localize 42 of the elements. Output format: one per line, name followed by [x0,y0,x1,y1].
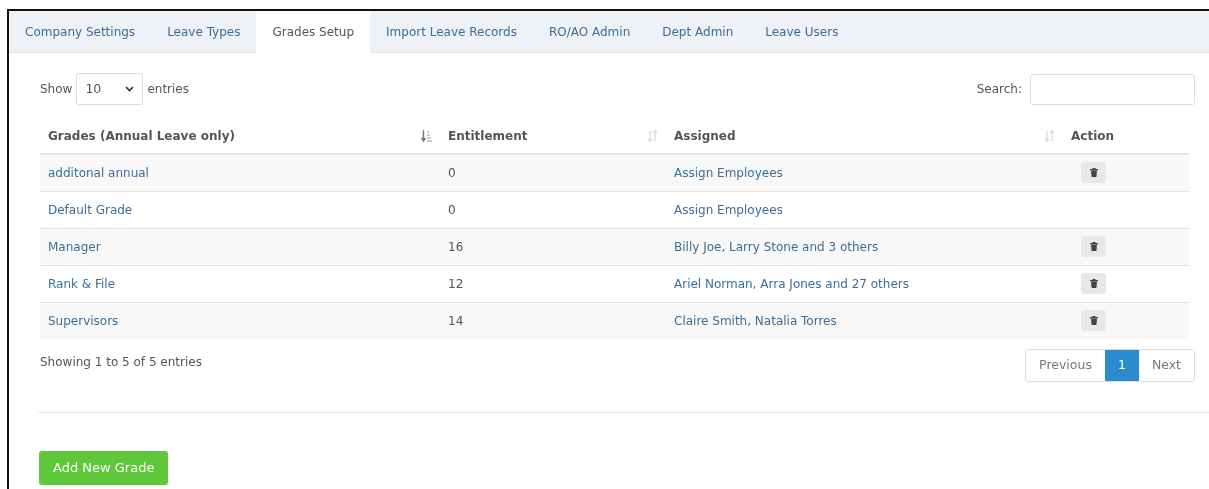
grade-link[interactable]: additonal annual [48,165,149,180]
tab[interactable]: Leave Users [749,11,855,53]
show-label: Show [40,81,73,98]
grade-link[interactable]: Default Grade [48,202,133,217]
column-header: Grades (Annual Leave only) [48,128,235,145]
table-info: Showing 1 to 5 of 5 entries [40,354,202,371]
table-cell: 16 [448,239,464,254]
grade-link[interactable]: Supervisors [48,313,119,328]
tab[interactable]: Import Leave Records [370,11,533,53]
tab[interactable]: RO/AO Admin [532,11,647,53]
delete-button[interactable] [1081,162,1106,184]
grade-link[interactable]: Manager [48,239,101,254]
search-label: Search: [976,81,1022,98]
assigned-link[interactable]: Assign Employees [674,202,783,217]
table-cell: 14 [448,313,464,328]
grade-link[interactable]: Rank & File [48,276,116,291]
trash-icon [1089,168,1098,178]
delete-button[interactable] [1081,310,1106,332]
column-header: Action [1071,128,1115,145]
trash-icon [1089,316,1098,326]
assigned-link[interactable]: Ariel Norman, Arra Jones and 27 others [674,276,909,291]
table-cell: 0 [448,165,456,180]
column-header: Assigned [674,128,736,145]
trash-icon [1089,242,1098,251]
tab[interactable]: Leave Types [151,11,257,53]
trash-icon [1089,279,1098,288]
delete-button[interactable] [1081,273,1106,294]
sort-ascending-icon[interactable] [421,130,432,142]
page-length-select[interactable]: 10 [76,73,144,105]
tab[interactable]: Grades Setup [256,11,371,53]
page-button[interactable]: 1 [1104,350,1139,381]
search-field[interactable] [1030,73,1195,105]
assigned-link[interactable]: Assign Employees [674,165,783,180]
assigned-link[interactable]: Claire Smith, Natalia Torres [674,313,837,328]
table-cell: 12 [448,276,464,291]
chevron-down-icon [125,86,135,92]
delete-button[interactable] [1081,236,1106,257]
column-header: Entitlement [448,128,528,145]
tab[interactable]: Dept Admin [646,11,750,53]
entries-label: entries [147,81,189,98]
table-cell: 0 [448,202,456,217]
tab[interactable]: Company Settings [9,11,152,53]
